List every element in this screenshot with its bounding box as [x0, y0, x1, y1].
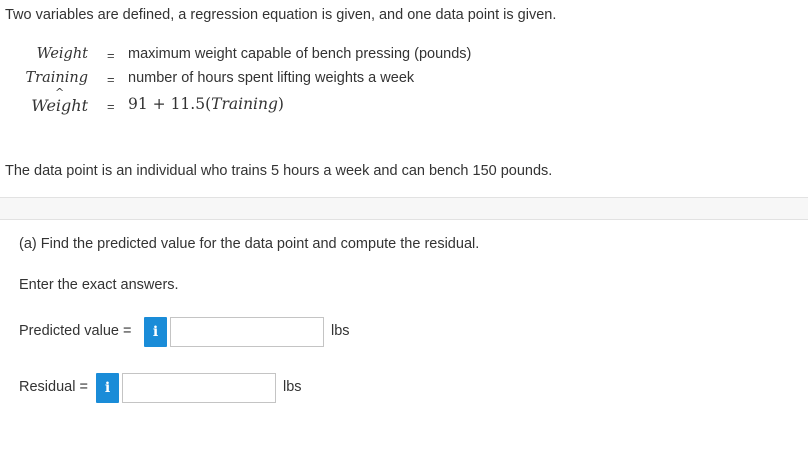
definition-term: Weight	[36, 46, 88, 62]
definition-term: Training	[25, 70, 88, 86]
predicted-value-unit: lbs	[331, 323, 350, 339]
equals-sign: =	[107, 99, 115, 114]
datapoint-text: The data point is an individual who trai…	[5, 163, 553, 179]
formula-prefix: 91 + 11.5(	[128, 95, 212, 113]
formula-suffix: )	[277, 95, 284, 113]
residual-input[interactable]	[122, 373, 276, 403]
intro-text: Two variables are defined, a regression …	[5, 7, 557, 23]
info-icon[interactable]: i	[96, 373, 119, 403]
definition-training: Training = number of hours spent lifting…	[0, 70, 808, 92]
predicted-value-label: Predicted value =	[19, 323, 132, 339]
definition-weight: Weight = maximum weight capable of bench…	[0, 46, 808, 68]
regression-formula: 91 + 11.5(Training)	[128, 95, 284, 113]
part-a-instruction: Enter the exact answers.	[19, 277, 179, 293]
equals-sign: =	[107, 48, 115, 63]
predicted-weight-term: ^ Weight	[31, 87, 88, 115]
regression-equation: ^ Weight = 91 + 11.5(Training)	[0, 87, 808, 117]
info-icon[interactable]: i	[144, 317, 167, 347]
formula-variable: Training	[211, 95, 278, 113]
equals-sign: =	[107, 72, 115, 87]
section-divider	[0, 197, 808, 220]
predicted-value-input[interactable]	[170, 317, 324, 347]
hat-symbol: ^	[55, 86, 65, 99]
definition-text: number of hours spent lifting weights a …	[128, 70, 415, 86]
definition-text: maximum weight capable of bench pressing…	[128, 46, 472, 62]
part-a-question: (a) Find the predicted value for the dat…	[19, 236, 480, 252]
residual-label: Residual =	[19, 379, 88, 395]
residual-unit: lbs	[283, 379, 302, 395]
